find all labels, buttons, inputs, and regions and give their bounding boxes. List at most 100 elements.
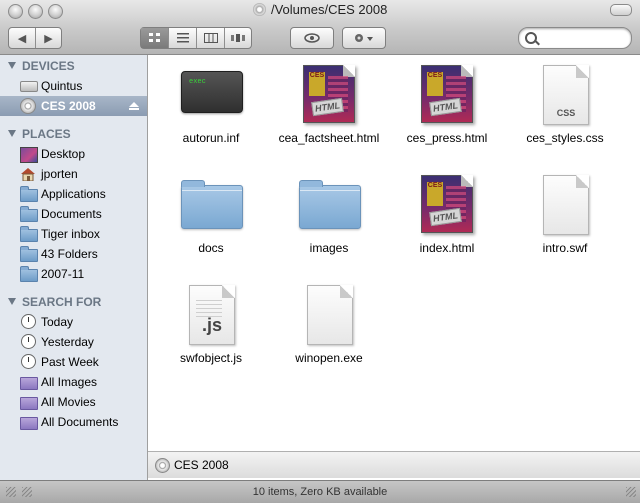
sidebar-item-all-movies[interactable]: All Movies: [0, 392, 147, 412]
html-badge: HTML: [429, 207, 462, 227]
file-item[interactable]: CES HTML ces_press.html: [388, 63, 506, 146]
sidebar-item-label: All Images: [41, 375, 98, 389]
sidebar-item-tiger-inbox[interactable]: Tiger inbox: [0, 224, 147, 244]
file-name: winopen.exe: [295, 351, 363, 365]
eject-icon[interactable]: [129, 102, 139, 110]
back-button[interactable]: ◀: [9, 28, 36, 48]
html-file-icon: CES HTML: [421, 175, 473, 233]
sidebar-section-search-for[interactable]: SEARCH FOR: [0, 292, 147, 312]
folder-icon: [20, 226, 38, 242]
column-view-button[interactable]: [197, 28, 225, 48]
sidebar-item-label: Quintus: [41, 79, 83, 93]
file-item[interactable]: exec autorun.inf: [152, 63, 270, 146]
sidebar-item-documents[interactable]: Documents: [0, 204, 147, 224]
sidebar-item-all-images[interactable]: All Images: [0, 372, 147, 392]
file-item[interactable]: CES HTML cea_factsheet.html: [270, 63, 388, 146]
file-name: docs: [198, 241, 224, 255]
folder-icon: [20, 246, 38, 262]
toolbar-toggle-button[interactable]: [610, 4, 632, 16]
icon-view-icon: [148, 33, 160, 42]
sidebar-item-applications[interactable]: Applications: [0, 184, 147, 204]
sidebar-section-devices[interactable]: DEVICES: [0, 56, 147, 76]
file-name: images: [309, 241, 349, 255]
icon-view-button[interactable]: [141, 28, 169, 48]
list-view-icon: [176, 33, 189, 43]
action-menu-button[interactable]: [342, 27, 386, 49]
ces-art: CES: [427, 72, 443, 96]
html-badge: HTML: [311, 97, 344, 117]
sidebar-item-today[interactable]: Today: [0, 312, 147, 332]
executable-icon: exec: [181, 71, 243, 113]
hard-drive-icon: [20, 81, 38, 92]
sidebar-item-label: 43 Folders: [41, 247, 98, 261]
smart-folder-icon: [20, 377, 38, 390]
window-resize-handle[interactable]: [626, 487, 636, 497]
sidebar-item-yesterday[interactable]: Yesterday: [0, 332, 147, 352]
sidebar-item-ces-2008[interactable]: CES 2008: [0, 96, 147, 116]
coverflow-view-button[interactable]: [225, 28, 251, 48]
file-name: ces_press.html: [406, 131, 488, 145]
status-text: 10 items, Zero KB available: [252, 486, 388, 498]
folder-icon: [20, 186, 38, 202]
sidebar-resize-handle[interactable]: [22, 487, 32, 497]
js-badge: .js: [201, 315, 222, 335]
file-name: swfobject.js: [179, 351, 243, 365]
file-item[interactable]: intro.swf: [506, 173, 624, 256]
disclosure-triangle-icon: [8, 130, 16, 137]
path-bar: CES 2008: [148, 451, 640, 478]
file-item[interactable]: .js swfobject.js: [152, 283, 270, 366]
quick-look-button[interactable]: [290, 27, 334, 49]
css-badge: CSS: [556, 108, 576, 118]
sidebar-item-desktop[interactable]: Desktop: [0, 144, 147, 164]
window-title: /Volumes/CES 2008: [270, 2, 388, 17]
file-name: cea_factsheet.html: [278, 131, 380, 145]
disk-icon: [155, 458, 170, 473]
exec-badge: exec: [189, 78, 206, 86]
sidebar-item-jporten[interactable]: jporten: [0, 164, 147, 184]
ces-art: CES: [309, 72, 325, 96]
sidebar-item-label: Tiger inbox: [41, 227, 100, 241]
swf-file-icon: [543, 175, 589, 235]
coverflow-view-icon: [231, 34, 245, 42]
file-name: ces_styles.css: [526, 131, 604, 145]
smart-folder-icon: [20, 397, 38, 410]
ces-art: CES: [427, 182, 443, 206]
path-bar-item[interactable]: CES 2008: [174, 452, 229, 478]
sidebar: DEVICES Quintus CES 2008 PLACES Desktop …: [0, 55, 148, 480]
sidebar-section-places[interactable]: PLACES: [0, 124, 147, 144]
sidebar-item-label: Applications: [41, 187, 106, 201]
sidebar-resize-handle[interactable]: [6, 487, 16, 497]
file-item[interactable]: images: [270, 173, 388, 256]
forward-button[interactable]: ▶: [36, 28, 61, 48]
sidebar-item-label: jporten: [41, 167, 78, 181]
column-view-icon: [203, 33, 218, 43]
file-icon-view: exec autorun.inf CES HTML cea_factsheet.h…: [148, 55, 640, 451]
sidebar-item-43-folders[interactable]: 43 Folders: [0, 244, 147, 264]
sidebar-item-2007-11[interactable]: 2007-11: [0, 264, 147, 284]
search-input[interactable]: [543, 30, 627, 46]
sidebar-item-all-documents[interactable]: All Documents: [0, 412, 147, 432]
sidebar-item-quintus[interactable]: Quintus: [0, 76, 147, 96]
search-field[interactable]: [518, 27, 632, 49]
file-item[interactable]: docs: [152, 173, 270, 256]
eye-icon: [304, 33, 320, 43]
smart-folder-icon: [20, 417, 38, 430]
file-item[interactable]: winopen.exe: [270, 283, 388, 366]
file-item[interactable]: CES HTML index.html: [388, 173, 506, 256]
sidebar-item-past-week[interactable]: Past Week: [0, 352, 147, 372]
desktop-icon: [20, 147, 38, 163]
file-item[interactable]: CSS ces_styles.css: [506, 63, 624, 146]
html-file-icon: CES HTML: [421, 65, 473, 123]
forward-arrow-icon: ▶: [44, 32, 53, 45]
folder-icon: [181, 180, 243, 229]
gear-icon: [355, 34, 373, 42]
folder-icon: [20, 206, 38, 222]
html-badge: HTML: [429, 97, 462, 117]
view-mode-control: [140, 27, 252, 49]
clock-icon: [21, 334, 36, 349]
sidebar-item-label: CES 2008: [41, 99, 96, 113]
js-file-icon: .js: [189, 285, 235, 345]
toolbar: /Volumes/CES 2008 ◀ ▶: [0, 0, 640, 55]
list-view-button[interactable]: [169, 28, 197, 48]
section-header-label: DEVICES: [22, 59, 75, 73]
